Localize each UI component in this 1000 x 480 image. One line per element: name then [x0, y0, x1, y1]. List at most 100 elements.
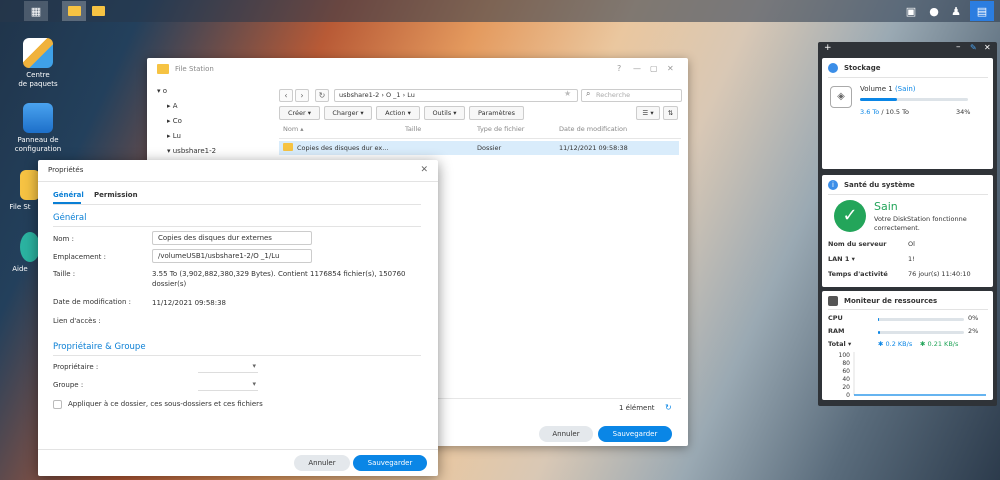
tree-item[interactable]: ▸ Lu — [147, 129, 275, 144]
close-icon[interactable]: ✕ — [420, 165, 428, 175]
name-label: Nom : — [53, 235, 74, 243]
cpu-value: 0% — [968, 314, 979, 322]
ram-value: 2% — [968, 327, 979, 335]
cancel-button[interactable]: Annuler — [539, 426, 593, 442]
user-card-icon[interactable]: ▣ — [899, 1, 923, 21]
size-value-line: dossier(s) — [152, 280, 187, 288]
view-list-icon[interactable]: ☰ ▾ — [636, 106, 660, 120]
chevron-down-icon: ▾ — [252, 380, 256, 388]
divider — [53, 355, 421, 356]
volume-icon: ◈ — [830, 86, 852, 108]
divider — [828, 194, 988, 195]
tree-item[interactable]: ▾ usbshare1-2 — [147, 144, 275, 159]
folder-tree: ▾ o ▸ A ▸ Co ▸ Lu ▾ usbshare1-2 — [147, 84, 275, 159]
tab-permission[interactable]: Permission — [94, 191, 138, 199]
save-button[interactable]: Sauvegarder — [353, 455, 427, 471]
cpu-bar-fill — [878, 318, 879, 321]
desktop-icon-control-panel[interactable]: Panneau de configuration — [8, 103, 68, 154]
action-button[interactable]: Action ▾ — [376, 106, 420, 120]
row-type: Dossier — [477, 144, 502, 152]
path-bar[interactable]: usbshare1-2 › O _1 › Lu — [334, 89, 578, 102]
refresh-icon[interactable]: ↻ — [665, 403, 672, 412]
network-graph: 100 80 60 40 20 0 — [839, 352, 986, 398]
column-type[interactable]: Type de fichier — [477, 125, 524, 133]
desktop-icon-file-station[interactable]: File St — [0, 170, 40, 212]
back-button[interactable]: ‹ — [279, 89, 293, 102]
access-link-label: Lien d'accès : — [53, 317, 101, 325]
upload-button[interactable]: Charger ▾ — [324, 106, 372, 120]
taskbar: ▦ ▣ ● ♟ ▤ — [0, 0, 1000, 22]
graph-tick: 80 — [842, 360, 850, 367]
size-label: Taille : — [53, 270, 76, 278]
dialog-title: Propriétés — [48, 166, 84, 174]
graph-tick: 0 — [846, 392, 850, 398]
folder-icon — [157, 64, 169, 74]
divider — [828, 309, 988, 310]
download-icon: ✱ — [920, 340, 928, 348]
settings-button[interactable]: Paramètres — [469, 106, 524, 120]
save-button[interactable]: Sauvegarder — [598, 426, 672, 442]
modified-label: Date de modification : — [53, 298, 131, 306]
file-station-taskbar-icon-2[interactable] — [86, 1, 110, 21]
info-icon: i — [828, 180, 838, 190]
total-label[interactable]: Total ▾ — [828, 340, 851, 348]
upload-icon: ✱ — [878, 340, 886, 348]
server-value: Ol — [908, 240, 915, 248]
table-row[interactable]: Copies des disques dur ex... Dossier 11/… — [279, 141, 679, 155]
minimize-icon[interactable]: – — [956, 42, 961, 52]
file-station-taskbar-icon[interactable] — [62, 1, 86, 21]
divider — [53, 226, 421, 227]
tab-general[interactable]: Général — [53, 191, 84, 199]
divider — [38, 449, 438, 450]
tree-item[interactable]: ▾ o — [147, 84, 275, 99]
tools-button[interactable]: Outils ▾ — [424, 106, 465, 120]
name-field[interactable]: Copies des disques dur externes — [152, 231, 312, 245]
widgets-icon[interactable]: ▤ — [970, 1, 994, 21]
location-field[interactable]: /volumeUSB1/usbshare1-2/O _1/Lu — [152, 249, 312, 263]
apply-recursive-checkbox[interactable] — [53, 400, 62, 409]
widget-title: Santé du système — [844, 181, 915, 189]
search-input[interactable]: Recherche — [581, 89, 682, 102]
size-value-line: 3.55 To (3,902,882,380,329 Bytes). Conti… — [152, 270, 406, 278]
column-size[interactable]: Taille — [405, 125, 421, 133]
owner-label: Propriétaire : — [53, 363, 99, 371]
lan-label[interactable]: LAN 1 ▾ — [828, 255, 855, 263]
group-label: Groupe : — [53, 381, 84, 389]
chevron-down-icon: ▾ — [252, 362, 256, 370]
size-value: 3.55 To (3,902,882,380,329 Bytes). Conti… — [152, 269, 406, 289]
desktop-icon-package-center[interactable]: Centre de paquets — [8, 38, 68, 89]
column-modified[interactable]: Date de modification — [559, 125, 627, 133]
create-button[interactable]: Créer ▾ — [279, 106, 320, 120]
ram-bar-fill — [878, 331, 880, 334]
group-select[interactable]: ▾ — [198, 379, 258, 391]
add-widget-icon[interactable]: + — [824, 43, 832, 53]
tree-item[interactable]: ▸ A — [147, 99, 275, 114]
storage-widget: Stockage ◈ Volume 1 (Sain) 3.6 To / 10.5… — [822, 58, 993, 169]
desktop-icon-help[interactable]: Aide — [0, 232, 40, 274]
properties-dialog: Propriétés ✕ Général Permission Général … — [38, 160, 438, 476]
close-icon[interactable]: ✕ — [984, 43, 991, 52]
storage-percent: 34% — [956, 108, 971, 116]
widgets-header: + – ✎ ✕ — [818, 42, 997, 56]
minimize-icon[interactable]: — — [633, 64, 641, 73]
graph-tick: 100 — [839, 352, 851, 359]
help-icon[interactable]: ? — [617, 64, 621, 73]
tree-item[interactable]: ▸ Co — [147, 114, 275, 129]
column-name[interactable]: Nom ▴ — [283, 125, 304, 133]
row-name: Copies des disques dur ex... — [297, 144, 389, 152]
user-icon[interactable]: ♟ — [944, 1, 968, 21]
star-icon[interactable]: ★ — [564, 89, 571, 98]
maximize-icon[interactable]: ▢ — [650, 64, 658, 73]
uptime-label: Temps d'activité — [828, 270, 888, 278]
forward-button[interactable]: › — [295, 89, 309, 102]
main-menu-icon[interactable]: ▦ — [24, 1, 48, 21]
sort-icon[interactable]: ⇅ — [663, 106, 678, 120]
divider — [53, 204, 421, 205]
refresh-button[interactable]: ↻ — [315, 89, 329, 102]
notification-icon[interactable]: ● — [922, 1, 946, 21]
owner-select[interactable]: ▾ — [198, 361, 258, 373]
pin-icon[interactable]: ✎ — [970, 43, 977, 52]
cancel-button[interactable]: Annuler — [294, 455, 350, 471]
graph-tick: 60 — [842, 368, 850, 375]
close-icon[interactable]: ✕ — [667, 64, 674, 73]
